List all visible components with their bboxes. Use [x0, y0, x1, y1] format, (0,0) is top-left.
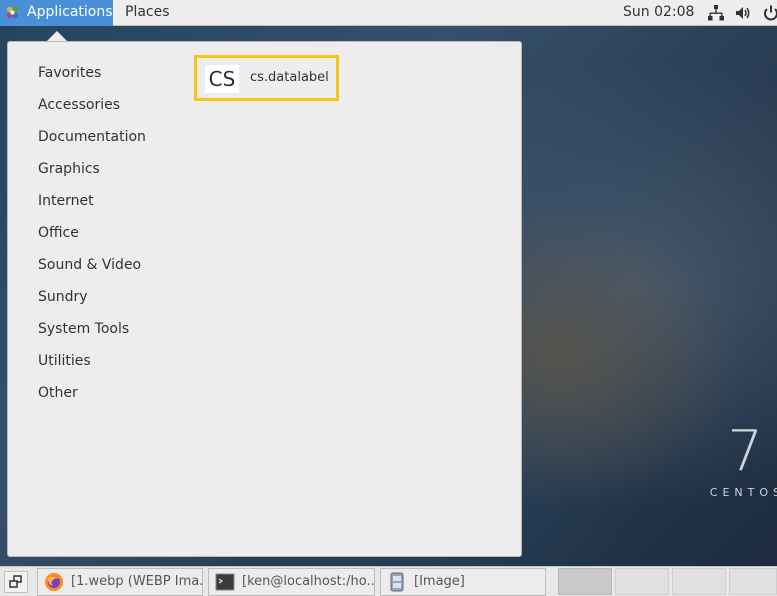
category-internet[interactable]: Internet: [38, 190, 146, 222]
show-desktop-button[interactable]: [4, 571, 28, 593]
volume-icon[interactable]: [734, 4, 752, 22]
places-menu-button[interactable]: Places: [125, 4, 170, 20]
terminal-icon: [215, 573, 235, 591]
clock[interactable]: Sun 02:08: [623, 4, 694, 20]
task-webp-image-viewer[interactable]: [1.webp (WEBP Ima...: [37, 568, 203, 596]
applications-label: Applications: [27, 4, 113, 20]
category-list: Favorites Accessories Documentation Grap…: [38, 62, 146, 414]
category-graphics[interactable]: Graphics: [38, 158, 146, 190]
category-system-tools[interactable]: System Tools: [38, 318, 146, 350]
centos-logo-word: CENTOS: [709, 486, 777, 499]
gnome-foot-icon: [6, 6, 19, 19]
taskbar: [1.webp (WEBP Ima... [ken@localhost:/ho.…: [0, 566, 777, 596]
task-label: [1.webp (WEBP Ima...: [71, 574, 203, 589]
category-accessories[interactable]: Accessories: [38, 94, 146, 126]
category-office[interactable]: Office: [38, 222, 146, 254]
app-launcher-cs-datalabel[interactable]: CS cs.datalabel: [194, 55, 339, 101]
category-documentation[interactable]: Documentation: [38, 126, 146, 158]
category-sundry[interactable]: Sundry: [38, 286, 146, 318]
centos-logo: 7 CENTOS: [697, 419, 777, 500]
top-bar: Applications Places Sun 02:08: [0, 0, 777, 26]
applications-menu: Favorites Accessories Documentation Grap…: [7, 41, 522, 557]
firefox-icon: [45, 573, 63, 591]
task-image-window[interactable]: [Image]: [380, 568, 546, 596]
workspace-3[interactable]: [672, 568, 726, 595]
task-terminal[interactable]: [ken@localhost:/ho...: [208, 568, 375, 596]
workspace-1[interactable]: [558, 568, 612, 595]
cs-app-icon: CS: [205, 65, 239, 93]
workspace-4[interactable]: [729, 568, 777, 595]
app-label: cs.datalabel: [250, 70, 329, 85]
task-label: [Image]: [414, 574, 465, 589]
windows-icon: [9, 575, 22, 588]
workspace-2[interactable]: [615, 568, 669, 595]
applications-menu-button[interactable]: Applications: [0, 0, 113, 26]
category-sound-video[interactable]: Sound & Video: [38, 254, 146, 286]
network-icon[interactable]: [707, 4, 725, 22]
power-icon[interactable]: [762, 4, 777, 22]
category-utilities[interactable]: Utilities: [38, 350, 146, 382]
file-cabinet-icon: [390, 572, 404, 592]
task-label: [ken@localhost:/ho...: [242, 574, 375, 589]
category-other[interactable]: Other: [38, 382, 146, 414]
category-favorites[interactable]: Favorites: [38, 62, 146, 94]
centos-logo-numeral: 7: [727, 419, 763, 484]
